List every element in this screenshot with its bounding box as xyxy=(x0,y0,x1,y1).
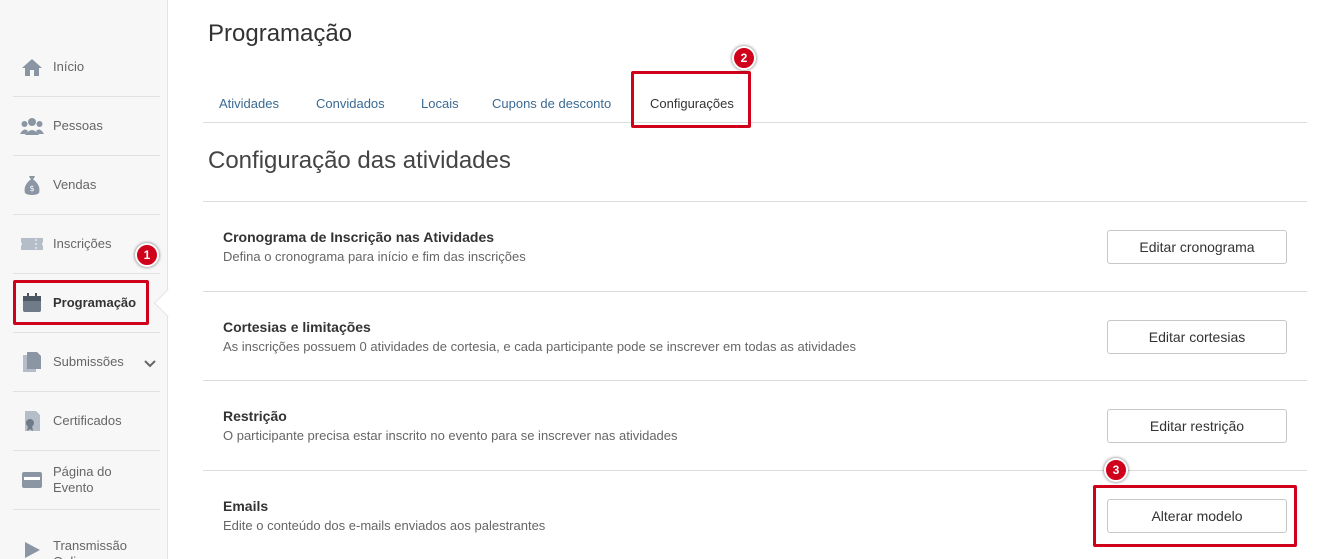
sidebar-item-label: Página do Evento xyxy=(53,464,112,495)
setting-title: Cronograma de Inscrição nas Atividades xyxy=(223,229,495,245)
sidebar-item-label: Vendas xyxy=(53,177,97,192)
sidebar-item-transmissao[interactable]: Transmissão Online xyxy=(13,518,160,559)
sidebar-item-inscricoes[interactable]: Inscrições xyxy=(13,215,160,274)
annotation-badge-1: 1 xyxy=(135,243,159,267)
sidebar-item-label: Início xyxy=(53,59,85,74)
ticket-icon xyxy=(20,232,44,256)
webpage-icon xyxy=(20,468,44,492)
setting-row-cronograma: Cronograma de Inscrição nas Atividades D… xyxy=(203,201,1307,290)
sidebar-item-label: Submissões xyxy=(53,354,124,369)
page-title: Programação xyxy=(208,20,353,47)
setting-title: Restrição xyxy=(223,408,287,424)
edit-courtesies-button[interactable]: Editar cortesias xyxy=(1107,320,1287,354)
annotation-highlight-programacao xyxy=(13,280,149,325)
sidebar-item-submissoes[interactable]: Submissões xyxy=(13,333,160,392)
edit-schedule-button[interactable]: Editar cronograma xyxy=(1107,230,1287,264)
certificate-icon xyxy=(20,409,44,433)
sidebar-item-pessoas[interactable]: Pessoas xyxy=(13,97,160,156)
setting-description: Defina o cronograma para início e fim da… xyxy=(223,249,526,264)
tab-convidados[interactable]: Convidados xyxy=(316,96,385,111)
setting-description: As inscrições possuem 0 atividades de co… xyxy=(223,339,857,354)
people-icon xyxy=(20,114,44,138)
annotation-badge-2: 2 xyxy=(732,46,756,70)
sidebar-item-vendas[interactable]: $ Vendas xyxy=(13,156,160,215)
annotation-highlight-alterar-modelo xyxy=(1093,485,1297,547)
edit-restriction-button[interactable]: Editar restrição xyxy=(1107,409,1287,443)
tab-locais[interactable]: Locais xyxy=(421,96,459,111)
sidebar-item-label: Pessoas xyxy=(53,118,103,133)
money-bag-icon: $ xyxy=(20,173,44,197)
tab-bar: Atividades Convidados Locais Cupons de d… xyxy=(203,82,1307,123)
sidebar-item-certificados[interactable]: Certificados xyxy=(13,392,160,451)
setting-description: O participante precisa estar inscrito no… xyxy=(223,428,678,443)
setting-row-cortesias: Cortesias e limitações As inscrições pos… xyxy=(203,291,1307,380)
setting-title: Cortesias e limitações xyxy=(223,319,371,335)
sidebar-item-label: Transmissão Online xyxy=(53,538,127,559)
tab-atividades[interactable]: Atividades xyxy=(219,96,279,111)
sidebar-item-label: Certificados xyxy=(53,413,122,428)
sidebar-item-inicio[interactable]: Início xyxy=(13,38,160,97)
annotation-badge-3: 3 xyxy=(1104,458,1128,482)
documents-icon xyxy=(20,350,44,374)
sidebar-item-pagina-do-evento[interactable]: Página do Evento xyxy=(13,451,160,510)
tab-cupons-de-desconto[interactable]: Cupons de desconto xyxy=(492,96,611,111)
sidebar-item-label: Inscrições xyxy=(53,236,112,251)
setting-description: Edite o conteúdo dos e-mails enviados ao… xyxy=(223,518,546,533)
setting-row-restricao: Restrição O participante precisa estar i… xyxy=(203,380,1307,469)
home-icon xyxy=(20,55,44,79)
setting-title: Emails xyxy=(223,498,269,514)
svg-text:$: $ xyxy=(29,184,34,193)
chevron-down-icon[interactable] xyxy=(144,355,156,373)
annotation-highlight-configuracoes xyxy=(631,71,751,128)
section-title: Configuração das atividades xyxy=(208,147,511,174)
play-icon xyxy=(20,538,44,559)
